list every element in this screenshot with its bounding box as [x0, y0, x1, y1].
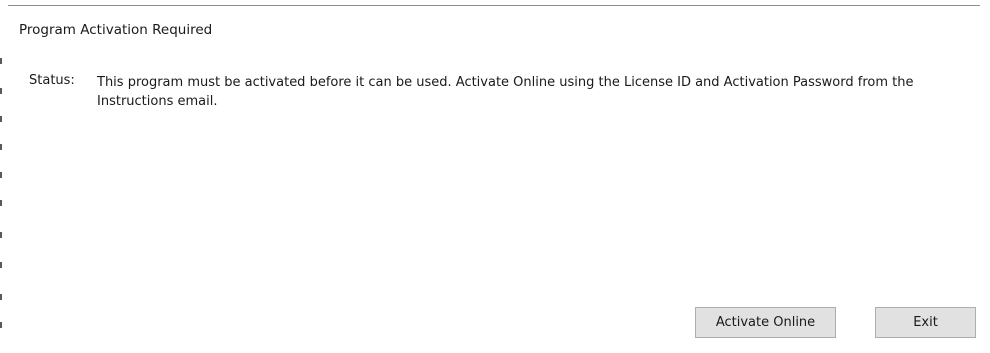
- edge-tick: [0, 200, 2, 206]
- exit-button[interactable]: Exit: [875, 307, 976, 338]
- activate-online-button[interactable]: Activate Online: [695, 307, 836, 338]
- edge-tick: [0, 262, 2, 268]
- edge-tick: [0, 322, 2, 328]
- status-label: Status:: [29, 73, 75, 88]
- edge-tick: [0, 232, 2, 238]
- status-message: This program must be activated before it…: [97, 75, 914, 109]
- dialog-title: Program Activation Required: [19, 22, 213, 38]
- edge-tick: [0, 144, 2, 150]
- edge-tick: [0, 116, 2, 122]
- dialog-top-border: [8, 5, 980, 6]
- edge-tick: [0, 172, 2, 178]
- left-window-edge: [0, 0, 3, 353]
- edge-tick: [0, 58, 2, 64]
- edge-tick: [0, 294, 2, 300]
- edge-tick: [0, 88, 2, 94]
